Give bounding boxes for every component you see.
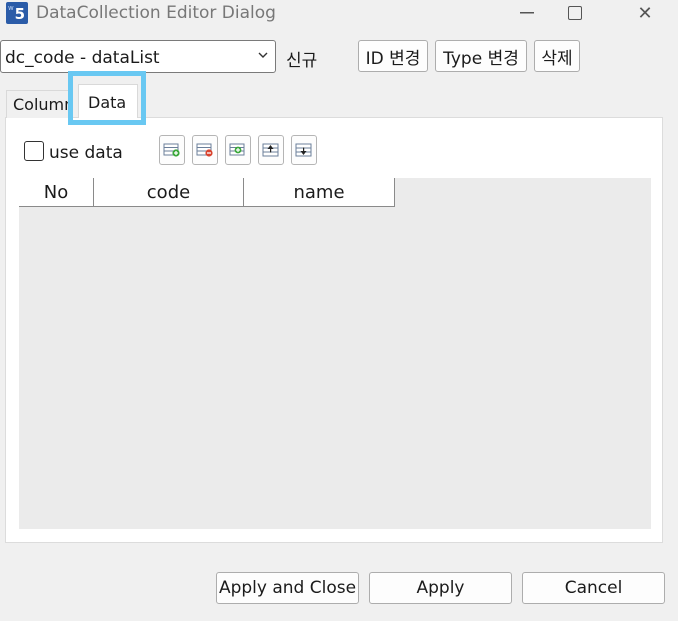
add-row-icon [163,143,180,157]
apply-button[interactable]: Apply [369,572,512,604]
close-button[interactable]: ✕ [622,0,668,26]
tab-column[interactable]: Column [6,90,72,118]
delete-button[interactable]: 삭제 [534,40,580,72]
maximize-button[interactable] [552,0,598,26]
chevron-down-icon [258,52,268,58]
tab-highlight-box [68,71,146,125]
collection-select[interactable]: dc_code - dataList [0,40,276,73]
insert-row-button[interactable] [225,135,251,165]
move-up-icon [262,143,279,157]
data-grid[interactable] [19,178,651,529]
delete-row-button[interactable] [192,135,218,165]
new-button[interactable]: 신규 [286,46,317,71]
apply-and-close-button[interactable]: Apply and Close [216,572,359,604]
app-icon: w 5 [6,2,28,24]
move-down-icon [295,143,312,157]
close-icon: ✕ [637,2,653,24]
use-data-checkbox[interactable] [24,141,44,161]
use-data-label: use data [49,143,123,163]
add-row-button[interactable] [159,135,185,165]
move-up-button[interactable] [258,135,284,165]
column-header-code[interactable]: code [94,178,244,207]
collection-select-value: dc_code - dataList [5,48,160,68]
maximize-icon [568,6,582,20]
minimize-button[interactable] [504,0,550,26]
type-change-button[interactable]: Type 변경 [435,40,527,72]
move-down-button[interactable] [291,135,317,165]
id-change-button[interactable]: ID 변경 [358,40,428,72]
grid-header: No code name [19,178,395,207]
delete-row-icon [196,143,213,157]
column-header-no[interactable]: No [19,178,94,207]
window-title: DataCollection Editor Dialog [36,3,276,23]
insert-row-icon [229,143,245,156]
cancel-button[interactable]: Cancel [522,572,665,604]
minimize-icon [520,12,534,14]
column-header-name[interactable]: name [244,178,395,207]
